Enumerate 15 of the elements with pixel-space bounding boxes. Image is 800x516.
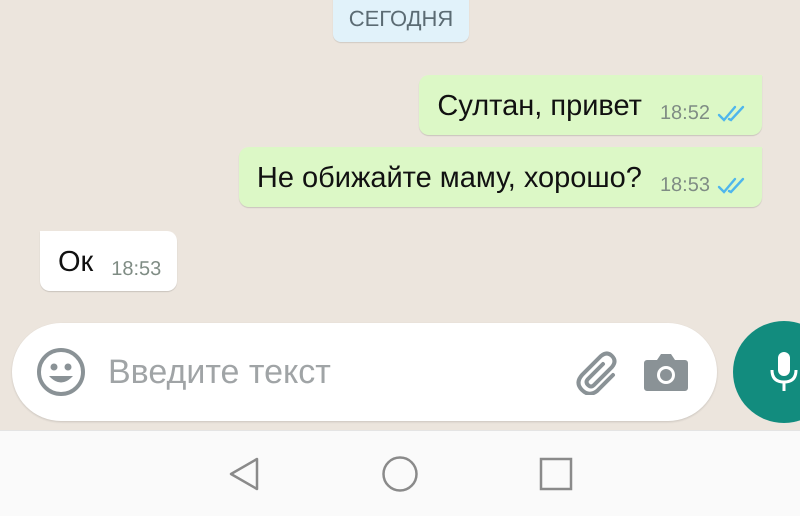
message-text: Не обижайте маму, хорошо? — [256, 161, 642, 196]
back-icon[interactable] — [227, 456, 261, 492]
recents-icon[interactable] — [539, 456, 573, 490]
emoji-icon[interactable] — [36, 347, 86, 397]
message-text: Ок — [58, 245, 94, 280]
microphone-icon — [769, 350, 799, 394]
date-chip: СЕГОДНЯ — [332, 0, 470, 42]
message-field[interactable]: Введите текст — [12, 323, 717, 421]
message-time: 18:53 — [111, 258, 162, 281]
text-input[interactable]: Введите текст — [106, 352, 553, 392]
message-time: 18:53 — [660, 174, 710, 197]
message-text: Султан, привет — [437, 89, 642, 124]
camera-icon[interactable] — [643, 352, 689, 392]
message-time: 18:52 — [660, 102, 710, 125]
home-icon[interactable] — [381, 454, 419, 492]
